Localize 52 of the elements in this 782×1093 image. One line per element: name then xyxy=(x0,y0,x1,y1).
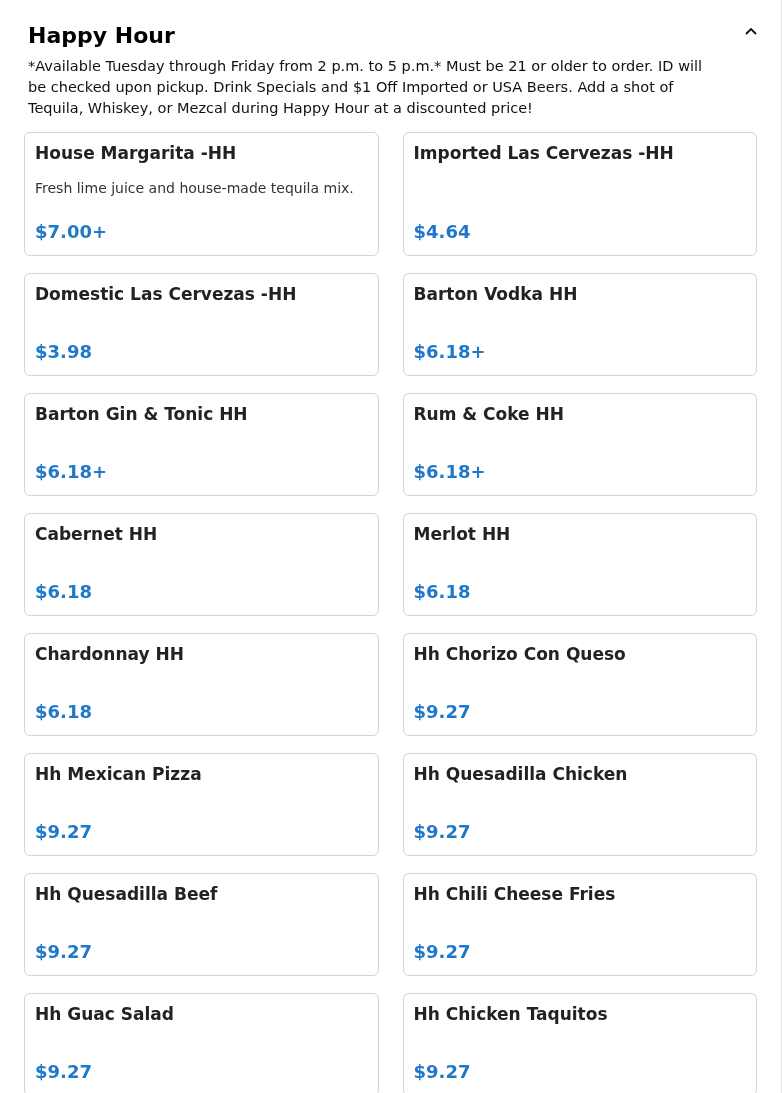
menu-item-card[interactable]: Hh Mexican Pizza $9.27 xyxy=(24,753,379,856)
item-name: Hh Mexican Pizza xyxy=(35,763,203,786)
menu-item-card[interactable]: Hh Guac Salad $9.27 xyxy=(24,993,379,1093)
menu-item-card[interactable]: Hh Quesadilla Chicken $9.27 xyxy=(402,753,757,856)
menu-item-card[interactable]: Imported Las Cervezas -HH $4.64 xyxy=(402,132,757,256)
menu-item-card[interactable]: Hh Chicken Taquitos $9.27 xyxy=(402,993,757,1093)
item-name: Merlot HH xyxy=(413,523,512,546)
item-price: $6.18 xyxy=(413,580,472,604)
item-price: $9.27 xyxy=(35,820,93,844)
menu-item-card[interactable]: Domestic Las Cervezas -HH $3.98 xyxy=(24,273,379,376)
chevron-up-icon xyxy=(745,27,757,35)
item-name: Barton Vodka HH xyxy=(413,283,579,306)
item-price: $9.27 xyxy=(413,1060,472,1084)
item-price: $9.27 xyxy=(35,940,93,964)
item-price: $9.27 xyxy=(413,820,472,844)
item-price: $7.00+ xyxy=(35,220,109,244)
item-name: Domestic Las Cervezas -HH xyxy=(35,283,298,306)
item-name: Hh Quesadilla Beef xyxy=(35,883,219,906)
item-name: Chardonnay HH xyxy=(35,643,185,666)
item-name: Rum & Coke HH xyxy=(413,403,565,426)
item-name: Imported Las Cervezas -HH xyxy=(413,142,675,165)
menu-item-card[interactable]: Barton Vodka HH $6.18+ xyxy=(402,273,757,376)
menu-item-card[interactable]: Chardonnay HH $6.18 xyxy=(24,633,379,736)
item-price: $9.27 xyxy=(413,700,472,724)
item-price: $6.18+ xyxy=(413,460,487,484)
menu-item-card[interactable]: Merlot HH $6.18 xyxy=(402,513,757,616)
section-description: *Available Tuesday through Friday from 2 p.m. to 5 p.m.* Must be 21 or older to order. ID will be checked upon pickup. Drink Specials and $1 Off Imported or USA Beers. Add a shot of Tequila, Whiskey, or Mezcal during Happy Hour at a discounted price! xyxy=(27,57,704,118)
item-name: House Margarita -HH xyxy=(35,142,238,165)
item-name: Barton Gin & Tonic HH xyxy=(35,403,249,426)
menu-item-card[interactable]: Hh Quesadilla Beef $9.27 xyxy=(24,873,379,976)
item-price: $9.27 xyxy=(35,1060,93,1084)
item-name: Hh Chicken Taquitos xyxy=(413,1003,609,1026)
menu-item-card[interactable]: Cabernet HH $6.18 xyxy=(24,513,379,616)
item-name: Hh Chili Cheese Fries xyxy=(413,883,617,906)
item-name: Hh Chorizo Con Queso xyxy=(413,643,627,666)
item-price: $6.18 xyxy=(35,580,93,604)
item-description: Fresh lime juice and house-made tequila mix. xyxy=(35,179,355,198)
section-title: Happy Hour xyxy=(28,22,175,50)
menu-item-card[interactable]: Hh Chorizo Con Queso $9.27 xyxy=(402,633,757,736)
menu-item-card[interactable]: House Margarita -HH Fresh lime juice and house-made tequila mix. $7.00+ xyxy=(24,132,379,256)
menu-item-card[interactable]: Hh Chili Cheese Fries $9.27 xyxy=(402,873,757,976)
menu-item-card[interactable]: Barton Gin & Tonic HH $6.18+ xyxy=(24,393,379,496)
item-price: $6.18+ xyxy=(35,460,109,484)
item-name: Hh Quesadilla Chicken xyxy=(413,763,629,786)
item-price: $6.18+ xyxy=(413,340,487,364)
item-name: Cabernet HH xyxy=(35,523,159,546)
menu-item-card[interactable]: Rum & Coke HH $6.18+ xyxy=(402,393,757,496)
item-price: $6.18 xyxy=(35,700,93,724)
item-price: $9.27 xyxy=(413,940,472,964)
item-name: Hh Guac Salad xyxy=(35,1003,175,1026)
item-price: $3.98 xyxy=(35,340,93,364)
item-price: $4.64 xyxy=(413,220,472,244)
